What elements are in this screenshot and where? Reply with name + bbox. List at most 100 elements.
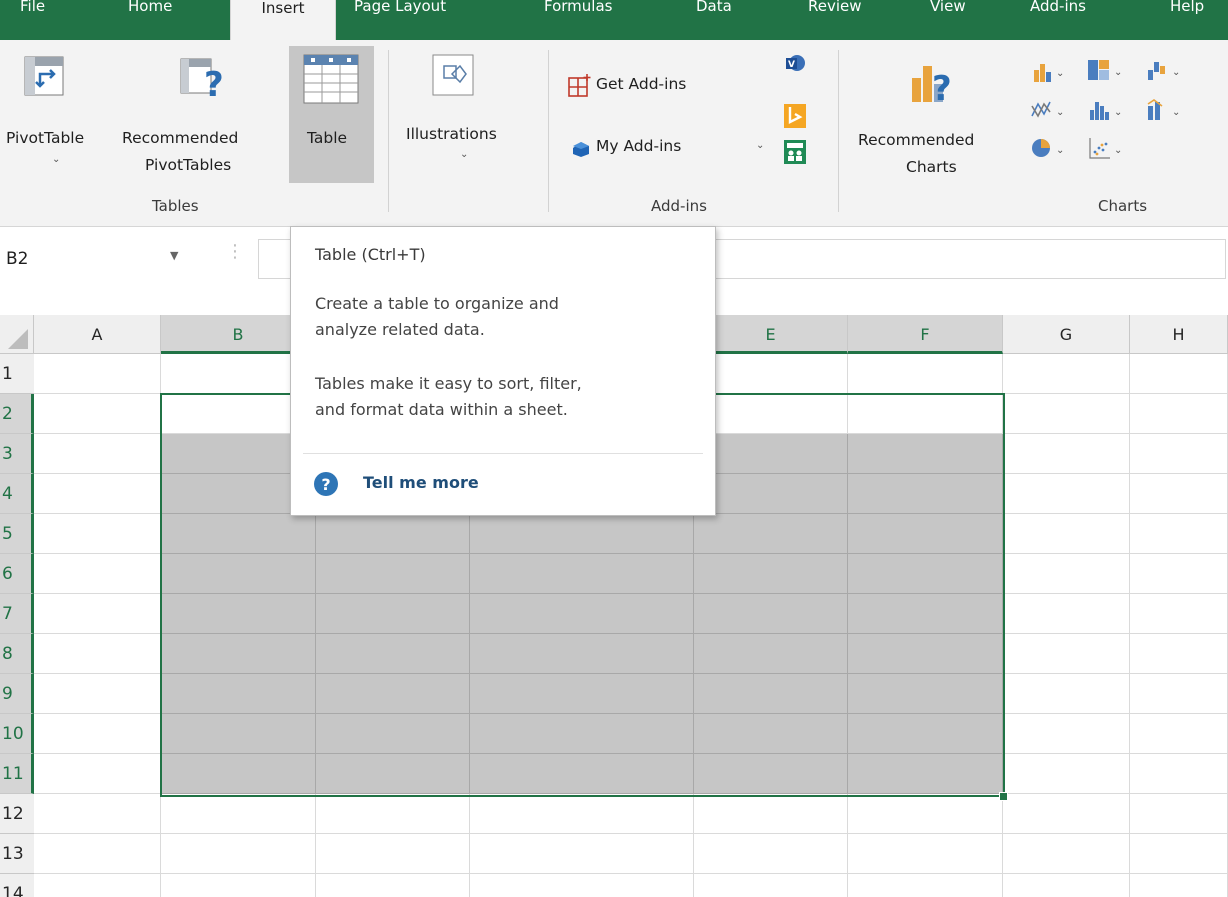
row-header[interactable]: 9 bbox=[0, 674, 34, 714]
grid-cell[interactable] bbox=[470, 794, 694, 834]
grid-cell[interactable] bbox=[1003, 794, 1130, 834]
grid-cell[interactable] bbox=[316, 754, 470, 794]
grid-cell[interactable] bbox=[1130, 554, 1228, 594]
grid-cell[interactable] bbox=[1130, 474, 1228, 514]
row-header[interactable]: 1 bbox=[0, 354, 34, 394]
grid-cell[interactable] bbox=[1003, 474, 1130, 514]
row-header[interactable]: 2 bbox=[0, 394, 34, 434]
grid-cell[interactable] bbox=[1003, 834, 1130, 874]
grid-cell[interactable] bbox=[34, 394, 161, 434]
grid-cell[interactable] bbox=[1003, 714, 1130, 754]
grid-cell[interactable] bbox=[1003, 434, 1130, 474]
grid-cell[interactable] bbox=[694, 714, 848, 754]
grid-cell[interactable] bbox=[1003, 754, 1130, 794]
grid-cell[interactable] bbox=[694, 514, 848, 554]
fill-handle[interactable] bbox=[999, 792, 1008, 801]
grid-cell[interactable] bbox=[1003, 354, 1130, 394]
grid-cell[interactable] bbox=[161, 594, 316, 634]
column-header-a[interactable]: A bbox=[34, 315, 161, 354]
tab-data[interactable]: Data bbox=[696, 0, 732, 24]
grid-cell[interactable] bbox=[848, 554, 1003, 594]
scatter-chart-icon[interactable]: ⌄ bbox=[1088, 136, 1128, 160]
grid-cell[interactable] bbox=[1003, 874, 1130, 897]
grid-cell[interactable] bbox=[848, 674, 1003, 714]
tab-add-ins[interactable]: Add-ins bbox=[1030, 0, 1086, 24]
grid-cell[interactable] bbox=[161, 674, 316, 714]
grid-cell[interactable] bbox=[34, 514, 161, 554]
grid-cell[interactable] bbox=[34, 554, 161, 594]
name-box[interactable]: B2 ▼ bbox=[0, 241, 196, 277]
grid-cell[interactable] bbox=[316, 634, 470, 674]
grid-cell[interactable] bbox=[1130, 674, 1228, 714]
grid-cell[interactable] bbox=[1003, 394, 1130, 434]
waterfall-chart-icon[interactable]: ⌄ bbox=[1146, 58, 1186, 82]
grid-cell[interactable] bbox=[848, 834, 1003, 874]
grid-cell[interactable] bbox=[161, 754, 316, 794]
column-header-h[interactable]: H bbox=[1130, 315, 1228, 354]
hierarchy-chart-icon[interactable]: ⌄ bbox=[1086, 58, 1126, 82]
grid-cell[interactable] bbox=[694, 354, 848, 394]
row-header[interactable]: 3 bbox=[0, 434, 34, 474]
grid-cell[interactable] bbox=[694, 674, 848, 714]
row-header[interactable]: 14 bbox=[0, 874, 34, 897]
grid-cell[interactable] bbox=[34, 674, 161, 714]
grid-cell[interactable] bbox=[848, 514, 1003, 554]
grid-cell[interactable] bbox=[316, 514, 470, 554]
grid-cell[interactable] bbox=[1003, 594, 1130, 634]
grid-cell[interactable] bbox=[1003, 554, 1130, 594]
grid-cell[interactable] bbox=[470, 754, 694, 794]
grid-cell[interactable] bbox=[1003, 634, 1130, 674]
grid-cell[interactable] bbox=[1003, 674, 1130, 714]
row-header[interactable]: 4 bbox=[0, 474, 34, 514]
row-header[interactable]: 5 bbox=[0, 514, 34, 554]
grid-cell[interactable] bbox=[316, 834, 470, 874]
grid-cell[interactable] bbox=[1003, 514, 1130, 554]
row-header[interactable]: 13 bbox=[0, 834, 34, 874]
grid-cell[interactable] bbox=[1130, 794, 1228, 834]
recommended-charts-button[interactable]: ? Recommended Charts bbox=[852, 46, 1022, 183]
row-header[interactable]: 10 bbox=[0, 714, 34, 754]
grid-cell[interactable] bbox=[694, 394, 848, 434]
tab-help[interactable]: Help bbox=[1170, 0, 1204, 24]
grid-cell[interactable] bbox=[1130, 874, 1228, 897]
grid-cell[interactable] bbox=[694, 754, 848, 794]
grid-cell[interactable] bbox=[694, 554, 848, 594]
grid-cell[interactable] bbox=[848, 794, 1003, 834]
grid-cell[interactable] bbox=[1130, 514, 1228, 554]
tab-file[interactable]: File bbox=[20, 0, 45, 24]
row-header[interactable]: 8 bbox=[0, 634, 34, 674]
grid-cell[interactable] bbox=[1130, 394, 1228, 434]
grid-cell[interactable] bbox=[1130, 434, 1228, 474]
column-chart-icon[interactable]: ⌄ bbox=[1032, 60, 1066, 82]
bing-icon[interactable] bbox=[784, 104, 806, 128]
grid-cell[interactable] bbox=[470, 674, 694, 714]
grid-cell[interactable] bbox=[161, 554, 316, 594]
row-header[interactable]: 7 bbox=[0, 594, 34, 634]
my-add-ins-button[interactable]: My Add-ins ⌄ bbox=[566, 132, 780, 164]
grid-cell[interactable] bbox=[161, 514, 316, 554]
grid-cell[interactable] bbox=[316, 674, 470, 714]
grid-cell[interactable] bbox=[34, 634, 161, 674]
grid-cell[interactable] bbox=[161, 794, 316, 834]
grid-cell[interactable] bbox=[34, 434, 161, 474]
column-header-g[interactable]: G bbox=[1003, 315, 1130, 354]
grid-cell[interactable] bbox=[316, 794, 470, 834]
help-question-icon[interactable]: ? bbox=[313, 471, 339, 497]
line-chart-icon[interactable]: ⌄ bbox=[1030, 98, 1070, 122]
grid-cell[interactable] bbox=[848, 354, 1003, 394]
column-header-e[interactable]: E bbox=[694, 315, 848, 354]
grid-cell[interactable] bbox=[848, 594, 1003, 634]
table-button[interactable]: Table bbox=[289, 46, 374, 183]
pie-chart-icon[interactable]: ⌄ bbox=[1030, 136, 1070, 160]
grid-cell[interactable] bbox=[470, 714, 694, 754]
grid-cell[interactable] bbox=[1130, 594, 1228, 634]
grid-cell[interactable] bbox=[34, 354, 161, 394]
grid-cell[interactable] bbox=[34, 714, 161, 754]
grid-cell[interactable] bbox=[161, 634, 316, 674]
grid-cell[interactable] bbox=[316, 874, 470, 897]
grid-cell[interactable] bbox=[470, 514, 694, 554]
tab-home[interactable]: Home bbox=[128, 0, 172, 24]
column-header-f[interactable]: F bbox=[848, 315, 1003, 354]
grid-cell[interactable] bbox=[848, 714, 1003, 754]
grid-cell[interactable] bbox=[161, 834, 316, 874]
